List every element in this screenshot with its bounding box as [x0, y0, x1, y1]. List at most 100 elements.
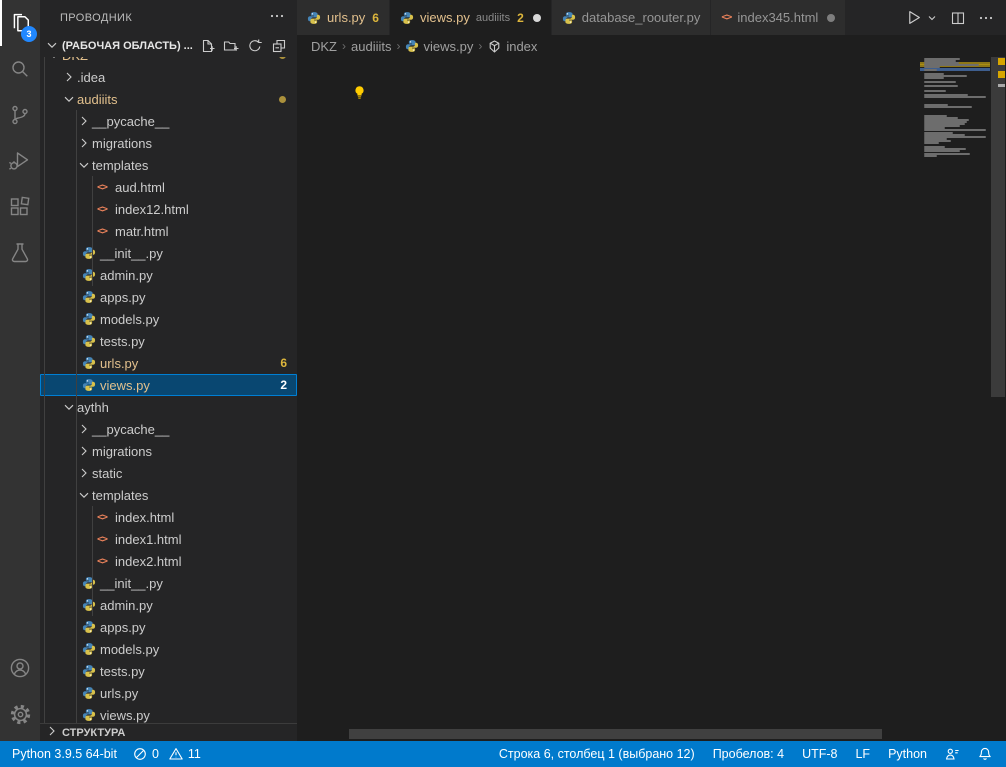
tree-item-index-html[interactable]: <>index.html: [40, 506, 297, 528]
html-file-icon: <>: [97, 226, 115, 237]
python-file-icon: [82, 664, 100, 678]
search-icon[interactable]: [0, 46, 40, 92]
tree-item-apps-py[interactable]: apps.py: [40, 616, 297, 638]
code-editor[interactable]: 3from aythh.models import MD,Audit4from …: [297, 57, 1006, 740]
python-file-icon: [82, 686, 100, 700]
status-notifications-bell[interactable]: [978, 747, 992, 761]
settings-gear-icon[interactable]: [0, 691, 40, 737]
tree-item--idea[interactable]: .idea: [40, 66, 297, 88]
tree-item-models-py[interactable]: models.py: [40, 308, 297, 330]
tree-item-tests-py[interactable]: tests.py: [40, 660, 297, 682]
outline-label: СТРУКТУРА: [62, 727, 125, 739]
tree-item-views-py[interactable]: views.py2: [40, 374, 297, 396]
minimap-line: [924, 142, 939, 144]
problems-badge: 6: [280, 356, 287, 370]
error-count: 0: [152, 747, 159, 761]
run-dropdown-chevron-icon[interactable]: [926, 12, 938, 24]
tree-item-admin-py[interactable]: admin.py: [40, 264, 297, 286]
horizontal-scrollbar-thumb[interactable]: [349, 729, 882, 739]
tree-item-static[interactable]: static: [40, 462, 297, 484]
tree-item-apps-py[interactable]: apps.py: [40, 286, 297, 308]
vertical-scrollbar-thumb[interactable]: [991, 57, 1005, 397]
new-folder-icon[interactable]: [223, 38, 239, 54]
activity-bar: 3: [0, 0, 40, 741]
python-file-icon: [82, 312, 100, 326]
status-indentation[interactable]: Пробелов: 4: [713, 747, 784, 761]
minimap-line: [924, 155, 937, 157]
tree-item--pycache-[interactable]: __pycache__: [40, 418, 297, 440]
breadcrumb-item-dkz[interactable]: DKZ: [311, 39, 337, 54]
tab-database-roouter-py[interactable]: database_roouter.py: [552, 0, 712, 35]
vertical-scrollbar[interactable]: [990, 57, 1006, 740]
chevron-right-icon: [76, 113, 92, 129]
breadcrumb-item-index[interactable]: index: [487, 39, 537, 54]
tree-indent-guide: [76, 110, 77, 440]
tree-item-index2-html[interactable]: <>index2.html: [40, 550, 297, 572]
status-problems[interactable]: 011: [133, 747, 201, 761]
explorer-more-actions-icon[interactable]: [269, 8, 285, 27]
refresh-icon[interactable]: [247, 38, 263, 54]
status-language-mode[interactable]: Python: [888, 747, 927, 761]
python-file-icon: [82, 378, 100, 392]
new-file-icon[interactable]: [199, 38, 215, 54]
run-debug-icon[interactable]: [0, 138, 40, 184]
status-python-interpreter[interactable]: Python 3.9.5 64-bit: [12, 747, 117, 761]
tree-item--init-py[interactable]: __init__.py: [40, 572, 297, 594]
status-cursor-position[interactable]: Строка 6, столбец 1 (выбрано 12): [499, 747, 695, 761]
tree-item-label: templates: [92, 158, 148, 173]
status-feedback[interactable]: [945, 747, 960, 761]
account-icon[interactable]: [0, 645, 40, 691]
tree-item-tests-py[interactable]: tests.py: [40, 330, 297, 352]
testing-icon[interactable]: [0, 230, 40, 276]
tree-item-index12-html[interactable]: <>index12.html: [40, 198, 297, 220]
source-control-icon[interactable]: [0, 92, 40, 138]
explorer-icon[interactable]: 3: [0, 0, 40, 46]
breadcrumb-item-audiiits[interactable]: audiiits: [351, 39, 391, 54]
tab-label: urls.py: [327, 10, 365, 25]
tree-item-templates[interactable]: templates: [40, 154, 297, 176]
split-editor-button[interactable]: [950, 10, 966, 26]
python-file-icon: [82, 268, 100, 282]
tree-item-models-py[interactable]: models.py: [40, 638, 297, 660]
breadcrumb-item-views-py[interactable]: views.py: [405, 39, 473, 54]
status-eol[interactable]: LF: [855, 747, 870, 761]
chevron-right-icon: [44, 723, 60, 741]
tree-item--pycache-[interactable]: __pycache__: [40, 110, 297, 132]
tree-item-templates[interactable]: templates: [40, 484, 297, 506]
tree-item-matr-html[interactable]: <>matr.html: [40, 220, 297, 242]
tree-item-label: audiiits: [77, 92, 117, 107]
vscode-window: 3 ПРОВОДНИК DKZ.ideaaudiiits__pycache__m…: [0, 0, 1006, 767]
html-file-icon: <>: [97, 512, 115, 523]
tree-item-migrations[interactable]: migrations: [40, 132, 297, 154]
extensions-icon[interactable]: [0, 184, 40, 230]
breadcrumb-label: DKZ: [311, 39, 337, 54]
tree-item-urls-py[interactable]: urls.py: [40, 682, 297, 704]
minimap[interactable]: [920, 57, 990, 740]
tree-item-label: index2.html: [115, 554, 181, 569]
tree-indent-guide: [76, 418, 77, 726]
tree-item--init-py[interactable]: __init__.py: [40, 242, 297, 264]
tree-item-urls-py[interactable]: urls.py6: [40, 352, 297, 374]
tab-urls-py[interactable]: urls.py6: [297, 0, 390, 35]
run-python-file-button[interactable]: [905, 9, 922, 26]
tree-item-migrations[interactable]: migrations: [40, 440, 297, 462]
collapse-all-icon[interactable]: [271, 38, 287, 54]
tree-item-admin-py[interactable]: admin.py: [40, 594, 297, 616]
tree-item-label: admin.py: [100, 598, 153, 613]
tree-item-index1-html[interactable]: <>index1.html: [40, 528, 297, 550]
tree-indent-guide: [44, 44, 45, 723]
more-actions-button[interactable]: [978, 10, 994, 26]
tab-index345-html[interactable]: <>index345.html: [711, 0, 846, 35]
feedback-icon: [945, 747, 960, 761]
tree-item-label: __init__.py: [100, 246, 163, 261]
chevron-right-icon: [76, 465, 92, 481]
tree-item-label: aythh: [77, 400, 109, 415]
tab-views-py[interactable]: views.pyaudiiits2: [390, 0, 552, 35]
status-encoding[interactable]: UTF-8: [802, 747, 837, 761]
tree-item-aud-html[interactable]: <>aud.html: [40, 176, 297, 198]
tree-item-audiiits[interactable]: audiiits: [40, 88, 297, 110]
tree-item-aythh[interactable]: aythh: [40, 396, 297, 418]
outline-section-header[interactable]: СТРУКТУРА: [40, 723, 297, 741]
lightbulb-icon[interactable]: [352, 85, 367, 105]
workspace-section-header[interactable]: (РАБОЧАЯ ОБЛАСТЬ) ...: [40, 35, 297, 57]
